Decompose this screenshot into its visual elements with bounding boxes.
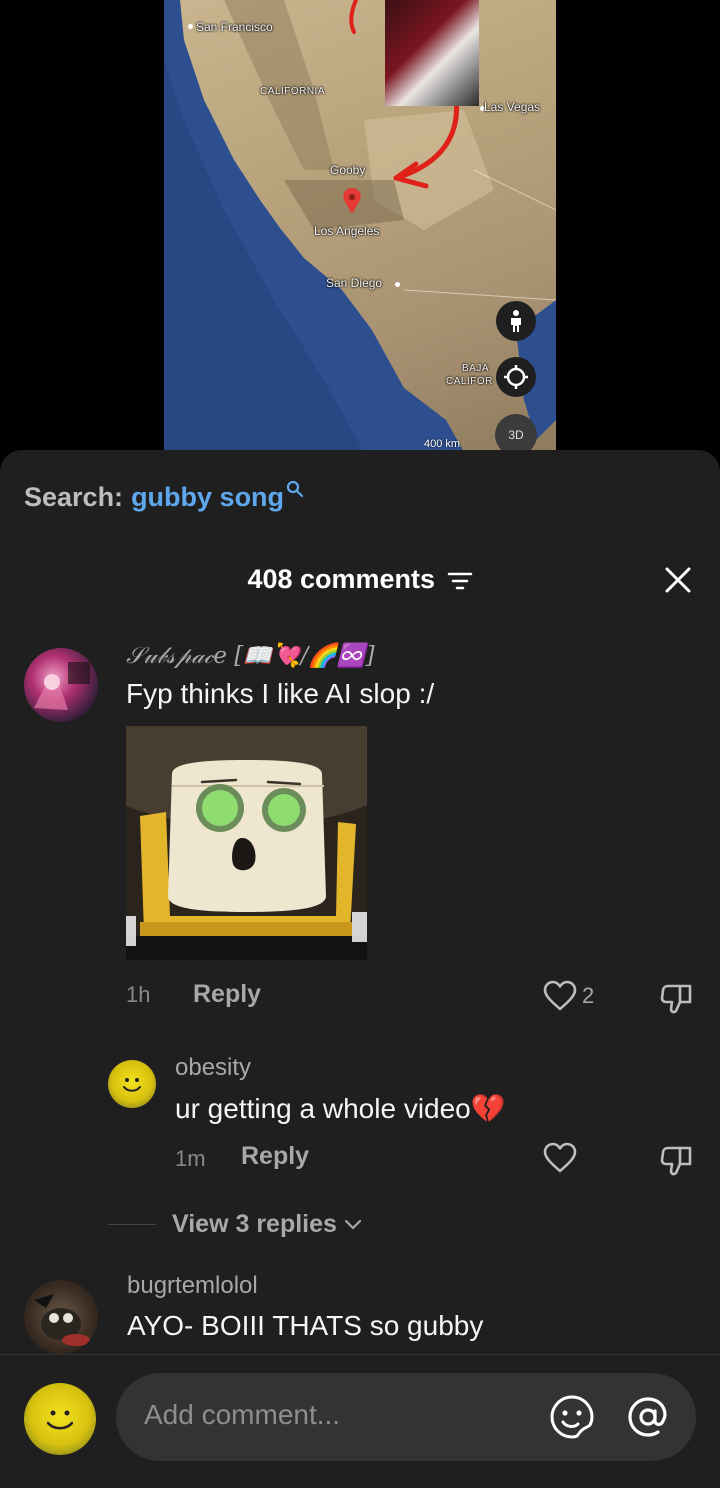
map-label-california: CALIFORNIA	[260, 86, 326, 97]
emoji-button[interactable]	[548, 1393, 596, 1441]
map-label-califor: CALIFOR	[446, 376, 493, 387]
chevron-down-icon	[344, 1219, 362, 1230]
mention-button[interactable]	[624, 1393, 672, 1441]
comment-text: ur getting a whole video💔	[175, 1093, 506, 1124]
reply-button[interactable]: Reply	[193, 980, 261, 1009]
current-user-avatar[interactable]	[24, 1383, 96, 1455]
smiley-icon	[123, 1078, 141, 1092]
reply-button[interactable]: Reply	[241, 1142, 309, 1171]
map-dot-san-diego	[395, 282, 400, 287]
avatar-art	[34, 1294, 90, 1346]
divider-line	[108, 1224, 156, 1225]
dislike-button[interactable]	[658, 980, 694, 1021]
comments-sheet: Search: gubby song 408 comments 𝒮𝓊𝒷𝓈𝓅𝒶𝒸�	[0, 450, 720, 1488]
view-replies-button[interactable]: View 3 replies	[108, 1210, 363, 1239]
my-location-button[interactable]	[496, 357, 536, 397]
sort-filter-icon[interactable]	[447, 571, 473, 591]
comment-username[interactable]: bugrtemlolol	[127, 1272, 258, 1300]
crosshair-icon	[504, 365, 528, 389]
video-player[interactable]: San Francisco CALIFORNIA Las Vegas Gooby…	[0, 0, 720, 460]
search-term-link[interactable]: gubby song	[131, 482, 284, 513]
like-button[interactable]: 2	[542, 980, 594, 1012]
video-thumbnail-overlay	[385, 0, 479, 106]
smiley-icon	[46, 1410, 74, 1430]
comments-header: 408 comments	[0, 558, 720, 602]
map-label-los-angeles: Los Angeles	[314, 224, 380, 238]
map-label-baja: BAJA	[462, 363, 490, 374]
map-label-gooby: Gooby	[330, 163, 366, 177]
map-dot-san-francisco	[188, 24, 193, 29]
comment-input[interactable]: Add comment...	[116, 1373, 696, 1461]
map-screenshot: San Francisco CALIFORNIA Las Vegas Gooby…	[164, 0, 556, 452]
map-label-san-diego: San Diego	[326, 276, 383, 290]
view-replies-label: View 3 replies	[172, 1210, 337, 1238]
comment-text: Fyp thinks I like AI slop :/	[126, 678, 435, 709]
3d-toggle-button[interactable]: 3D	[495, 414, 537, 452]
avatar-art	[34, 662, 90, 710]
street-view-button[interactable]	[496, 301, 536, 341]
comment-count-title[interactable]: 408 comments	[0, 564, 720, 595]
search-suggestion[interactable]: Search: gubby song	[24, 480, 304, 513]
comment-input-bar: Add comment...	[0, 1355, 720, 1488]
comment-image[interactable]	[126, 726, 367, 960]
dislike-button[interactable]	[658, 1142, 694, 1183]
comment-username[interactable]: obesity	[175, 1054, 251, 1082]
pegman-icon	[511, 310, 521, 332]
avatar[interactable]	[24, 648, 98, 722]
map-label-las-vegas: Las Vegas	[484, 100, 541, 114]
comment-count-label: 408 comments	[247, 564, 436, 594]
avatar[interactable]	[24, 1280, 98, 1354]
at-sign-icon	[628, 1397, 667, 1437]
thumbs-down-icon	[660, 1146, 692, 1176]
close-button[interactable]	[660, 562, 696, 598]
heart-icon	[543, 1142, 577, 1173]
search-prefix: Search:	[24, 482, 124, 512]
comment-text: AYO- BOIII THATS so gubby	[127, 1310, 484, 1341]
map-scale-label: 400 km	[424, 438, 461, 450]
map-label-san-francisco: San Francisco	[196, 20, 273, 34]
thumbs-down-icon	[660, 984, 692, 1014]
comment-time: 1m	[175, 1146, 206, 1171]
heart-icon	[543, 980, 577, 1011]
comment-image-art	[126, 726, 367, 960]
search-icon	[286, 480, 304, 498]
like-count: 2	[582, 983, 595, 1008]
comment-username[interactable]: 𝒮𝓊𝒷𝓈𝓅𝒶𝒸𝑒 [📖💘/🌈♾️]	[126, 642, 375, 669]
close-icon	[665, 567, 691, 593]
avatar[interactable]	[108, 1060, 156, 1108]
comment-time: 1h	[126, 982, 151, 1007]
like-button[interactable]	[542, 1142, 578, 1174]
emoji-icon	[550, 1395, 594, 1439]
comment-input-placeholder: Add comment...	[144, 1399, 341, 1430]
